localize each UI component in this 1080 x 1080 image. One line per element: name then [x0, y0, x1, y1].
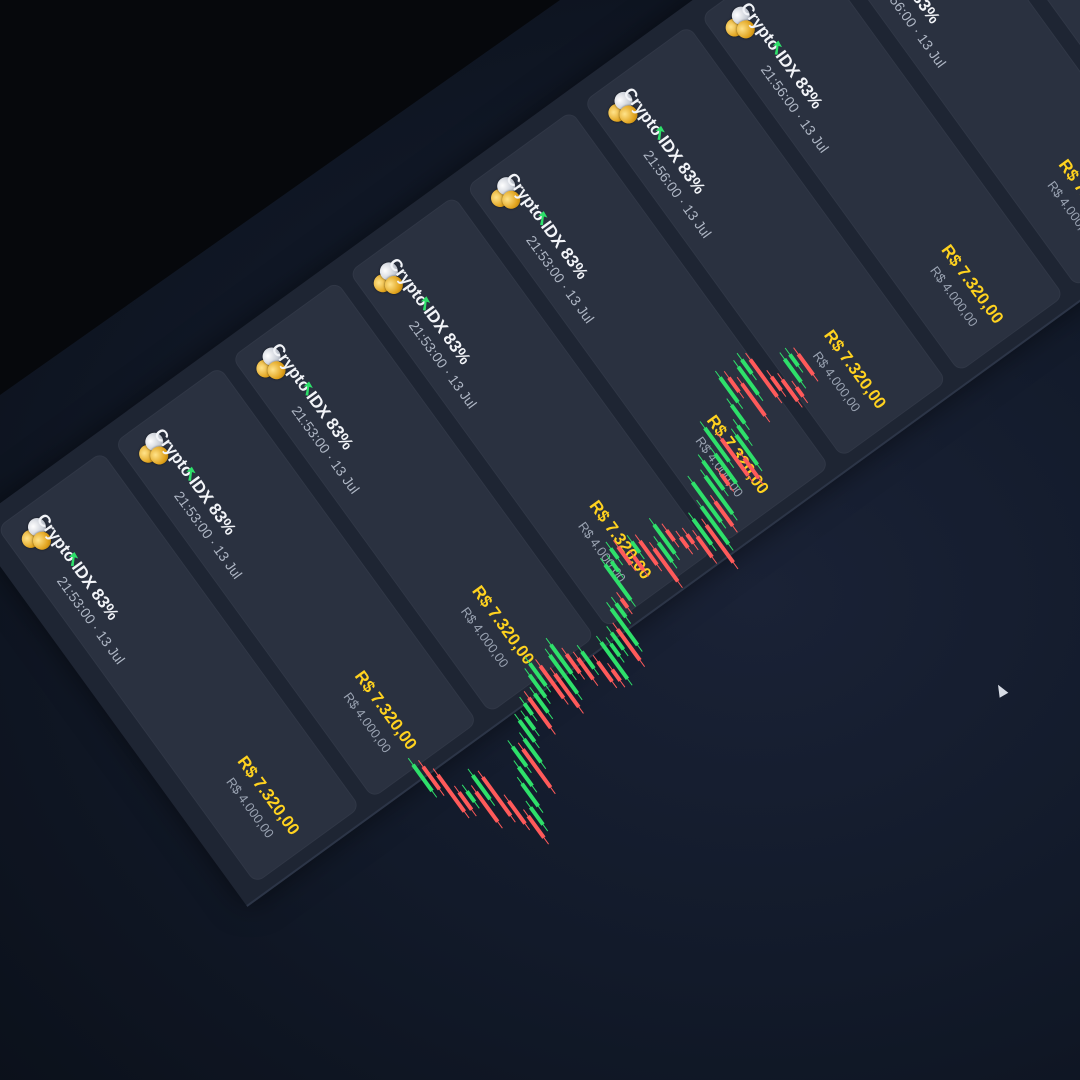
trade-time: 21:53:00 · 13 Jul — [53, 573, 129, 668]
candle — [510, 745, 529, 768]
candle — [729, 403, 747, 425]
candle — [564, 653, 582, 675]
candle — [596, 660, 614, 683]
candles-group — [407, 347, 819, 845]
candlestick-chart[interactable] — [380, 300, 1000, 1080]
candle — [656, 541, 674, 563]
candle — [616, 545, 633, 566]
trade-asset-label: Crypto IDX 83% — [32, 510, 123, 624]
candle — [695, 535, 714, 559]
monitor-screen: × Crypto IDX 83%➚21:53:00 · 13 JulR$ 7.3… — [0, 0, 1080, 1080]
candle — [517, 719, 537, 743]
candle — [532, 692, 550, 714]
candle — [516, 765, 534, 787]
candle — [526, 814, 546, 839]
